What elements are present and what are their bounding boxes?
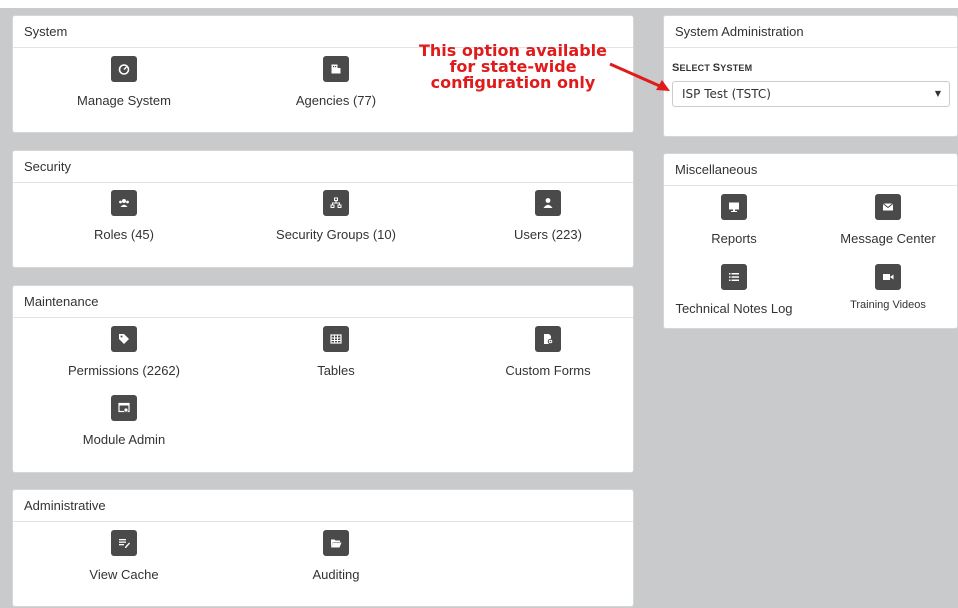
annotation-line-3: configuration only xyxy=(430,73,596,92)
roles-tile[interactable]: Roles (45) xyxy=(34,190,214,242)
users-icon[interactable] xyxy=(111,190,137,216)
tags-icon[interactable] xyxy=(111,326,137,352)
desktop-icon[interactable] xyxy=(721,194,747,220)
roles-label[interactable]: Roles (45) xyxy=(34,227,214,242)
technical-notes-log-label[interactable]: Technical Notes Log xyxy=(644,301,824,316)
training-videos-label[interactable]: Training Videos xyxy=(798,299,958,311)
module-admin-tile[interactable]: Module Admin xyxy=(34,395,214,447)
technical-notes-log-tile[interactable]: Technical Notes Log xyxy=(644,264,824,316)
file-gear-icon[interactable] xyxy=(535,326,561,352)
maintenance-panel: Maintenance Permissions (2262) Tables Cu… xyxy=(12,285,634,473)
administrative-panel: Administrative View Cache Auditing xyxy=(12,489,634,607)
reports-label[interactable]: Reports xyxy=(644,231,824,246)
tables-label[interactable]: Tables xyxy=(246,363,426,378)
sitemap-icon[interactable] xyxy=(323,190,349,216)
tachometer-icon[interactable] xyxy=(111,56,137,82)
agencies-tile[interactable]: Agencies (77) xyxy=(246,56,426,108)
message-center-tile[interactable]: Message Center xyxy=(798,194,958,246)
tables-tile[interactable]: Tables xyxy=(246,326,426,378)
select-system-label: SELECT SYSTEM xyxy=(672,62,753,74)
video-icon[interactable] xyxy=(875,264,901,290)
panel-title: Miscellaneous xyxy=(664,154,957,186)
message-center-label[interactable]: Message Center xyxy=(798,231,958,246)
auditing-tile[interactable]: Auditing xyxy=(246,530,426,582)
panel-title: System Administration xyxy=(664,16,957,48)
manage-system-tile[interactable]: Manage System xyxy=(34,56,214,108)
users-label[interactable]: Users (223) xyxy=(458,227,638,242)
miscellaneous-panel: Miscellaneous Reports Message Center Tec… xyxy=(663,153,958,329)
agencies-label[interactable]: Agencies (77) xyxy=(246,93,426,108)
reports-tile[interactable]: Reports xyxy=(644,194,824,246)
users-tile[interactable]: Users (223) xyxy=(458,190,638,242)
annotation-arrow-icon xyxy=(609,62,670,91)
view-cache-tile[interactable]: View Cache xyxy=(34,530,214,582)
system-administration-panel: System Administration SELECT SYSTEM ISP … xyxy=(663,15,958,137)
folder-open-icon[interactable] xyxy=(323,530,349,556)
custom-forms-tile[interactable]: Custom Forms xyxy=(458,326,638,378)
user-icon[interactable] xyxy=(535,190,561,216)
panel-title: Administrative xyxy=(13,490,633,522)
auditing-label[interactable]: Auditing xyxy=(246,567,426,582)
panel-title: Maintenance xyxy=(13,286,633,318)
list-icon[interactable] xyxy=(721,264,747,290)
manage-system-label[interactable]: Manage System xyxy=(34,93,214,108)
permissions-tile[interactable]: Permissions (2262) xyxy=(34,326,214,378)
table-icon[interactable] xyxy=(323,326,349,352)
training-videos-tile[interactable]: Training Videos xyxy=(798,264,958,311)
edit-icon[interactable] xyxy=(111,530,137,556)
annotation-callout: This option available for state-wide con… xyxy=(401,43,625,91)
view-cache-label[interactable]: View Cache xyxy=(34,567,214,582)
window-gear-icon[interactable] xyxy=(111,395,137,421)
permissions-label[interactable]: Permissions (2262) xyxy=(34,363,214,378)
envelope-icon[interactable] xyxy=(875,194,901,220)
custom-forms-label[interactable]: Custom Forms xyxy=(458,363,638,378)
selected-system-value: ISP Test (TSTC) xyxy=(682,87,771,101)
chevron-down-icon: ▼ xyxy=(934,89,941,98)
select-system-dropdown[interactable]: ISP Test (TSTC) ▼ xyxy=(672,81,950,107)
security-groups-tile[interactable]: Security Groups (10) xyxy=(246,190,426,242)
security-panel: Security Roles (45) Security Groups (10)… xyxy=(12,150,634,268)
panel-title: Security xyxy=(13,151,633,183)
security-groups-label[interactable]: Security Groups (10) xyxy=(246,227,426,242)
module-admin-label[interactable]: Module Admin xyxy=(34,432,214,447)
building-icon[interactable] xyxy=(323,56,349,82)
top-strip xyxy=(0,0,958,8)
